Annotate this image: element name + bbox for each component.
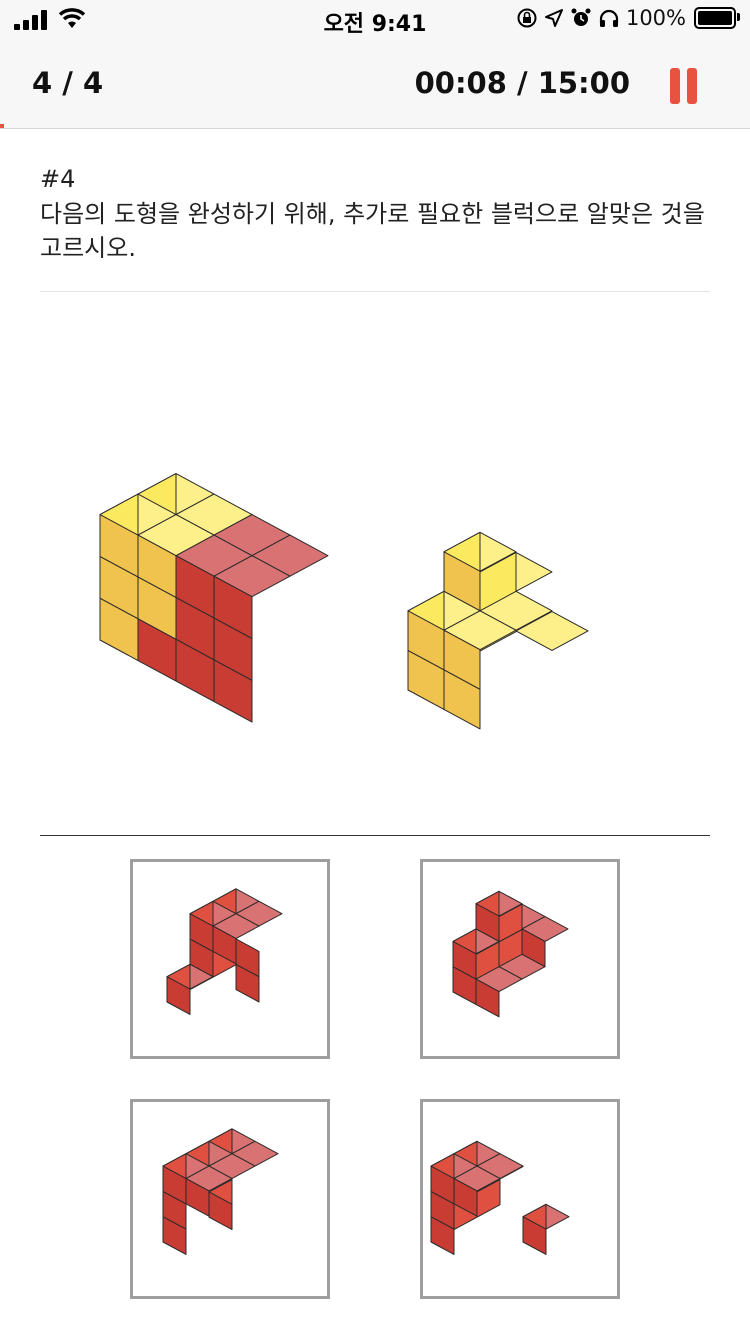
red-block-option-3-icon	[162, 1128, 279, 1255]
location-icon	[544, 9, 563, 27]
headphones-icon	[599, 9, 619, 27]
question-text: 다음의 도형을 완성하기 위해, 추가로 필요한 블럭으로 알맞은 것을 고르시…	[40, 200, 705, 262]
battery-percent: 100%	[625, 6, 686, 30]
orientation-lock-icon	[517, 8, 537, 28]
quiz-header: 4 / 4 00:08 / 15:00	[0, 40, 750, 129]
answer-choice-2[interactable]	[420, 859, 620, 1059]
question-number: #4	[40, 165, 76, 193]
target-shape	[99, 473, 329, 723]
alarm-icon	[571, 8, 591, 26]
progress-indicator	[0, 124, 4, 128]
puzzle-figure	[99, 473, 589, 730]
given-blocks	[407, 531, 589, 730]
answer-divider	[40, 835, 710, 836]
answer-choice-3[interactable]	[130, 1099, 330, 1299]
status-right: 100%	[516, 6, 740, 30]
red-block-option-4-icon	[430, 1140, 570, 1255]
pause-icon	[670, 68, 680, 104]
red-block-option-2-icon	[452, 890, 569, 1018]
quiz-timer: 00:08 / 15:00	[414, 66, 630, 100]
red-block-option-1-icon	[166, 888, 283, 1015]
answer-choice-4[interactable]	[420, 1099, 620, 1299]
pause-icon	[687, 68, 697, 104]
answer-choice-1[interactable]	[130, 859, 330, 1059]
pause-button[interactable]	[670, 68, 698, 104]
divider	[40, 291, 710, 292]
battery-icon	[694, 7, 740, 29]
question-counter: 4 / 4	[32, 66, 104, 100]
status-bar: 오전 9:41 100%	[0, 0, 750, 40]
